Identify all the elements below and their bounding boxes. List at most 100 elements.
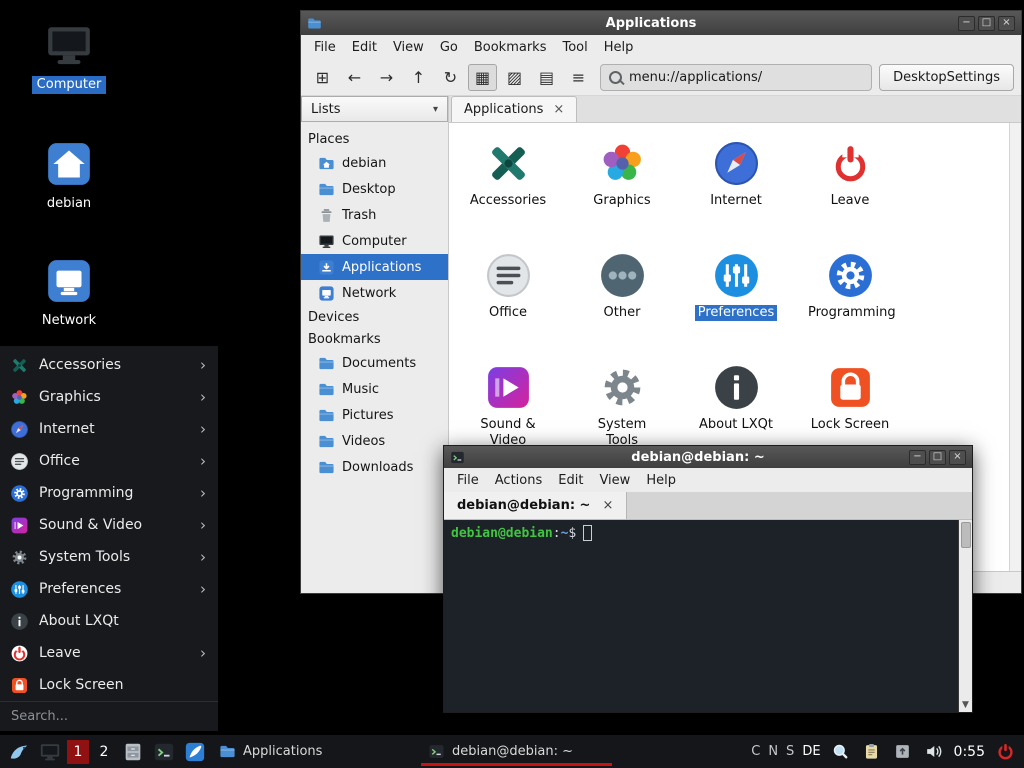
maximize-button[interactable]: □ bbox=[978, 16, 995, 31]
menu-view[interactable]: View bbox=[385, 37, 432, 58]
app-other[interactable]: Other bbox=[565, 251, 679, 357]
launcher-file-manager[interactable] bbox=[119, 738, 146, 765]
menu-edit[interactable]: Edit bbox=[550, 470, 591, 491]
folder-icon bbox=[318, 181, 335, 198]
terminal-scrollbar[interactable]: ▼ bbox=[958, 520, 972, 712]
search-input[interactable] bbox=[11, 709, 207, 724]
menu-item-office[interactable]: Office › bbox=[0, 445, 218, 477]
tray-screenshot-button[interactable] bbox=[830, 741, 852, 763]
desktop-icon-debian[interactable]: debian bbox=[26, 139, 112, 213]
detail-view-button[interactable]: ≡ bbox=[564, 64, 593, 91]
tray-clipboard-button[interactable] bbox=[861, 741, 883, 763]
close-button[interactable]: × bbox=[949, 450, 966, 465]
reload-button[interactable]: ↻ bbox=[436, 64, 465, 91]
sidebar-mode-selector[interactable]: Lists ▾ bbox=[301, 96, 448, 122]
menu-item-internet[interactable]: Internet › bbox=[0, 413, 218, 445]
volume-button[interactable] bbox=[923, 741, 945, 763]
menu-go[interactable]: Go bbox=[432, 37, 466, 58]
app-graphics[interactable]: Graphics bbox=[565, 139, 679, 245]
sidebar-item-trash[interactable]: Trash bbox=[301, 202, 448, 228]
new-tab-button[interactable]: ⊞ bbox=[308, 64, 337, 91]
tab-applications[interactable]: Applications × bbox=[451, 96, 577, 122]
workspace-2[interactable]: 2 bbox=[93, 740, 115, 764]
menu-file[interactable]: File bbox=[449, 470, 487, 491]
file-manager-titlebar[interactable]: Applications − □ × bbox=[301, 11, 1021, 35]
menu-search[interactable] bbox=[0, 701, 218, 731]
sidebar-item-pictures[interactable]: Pictures bbox=[301, 402, 448, 428]
sidebar-item-applications[interactable]: Applications bbox=[301, 254, 448, 280]
minimize-button[interactable]: − bbox=[958, 16, 975, 31]
tab-close-icon[interactable]: × bbox=[553, 102, 564, 117]
menu-item-programming[interactable]: Programming › bbox=[0, 477, 218, 509]
menu-item-sound-video[interactable]: Sound & Video › bbox=[0, 509, 218, 541]
sidebar-item-network[interactable]: Network bbox=[301, 280, 448, 306]
scrollbar-thumb[interactable] bbox=[961, 522, 971, 548]
thumbnail-view-button[interactable]: ▨ bbox=[500, 64, 529, 91]
keyboard-indicators[interactable]: C N S DE bbox=[751, 744, 820, 759]
power-button[interactable] bbox=[994, 741, 1016, 763]
launcher-terminal[interactable] bbox=[150, 738, 177, 765]
tray-updates-button[interactable] bbox=[892, 741, 914, 763]
menu-item-preferences[interactable]: Preferences › bbox=[0, 573, 218, 605]
menu-item-graphics[interactable]: Graphics › bbox=[0, 381, 218, 413]
menu-view[interactable]: View bbox=[591, 470, 638, 491]
minimize-button[interactable]: − bbox=[909, 450, 926, 465]
sidebar-item-downloads[interactable]: Downloads bbox=[301, 454, 448, 480]
sidebar-item-label: debian bbox=[342, 156, 386, 171]
sidebar-item-desktop[interactable]: Desktop bbox=[301, 176, 448, 202]
menu-item-lock-screen[interactable]: Lock Screen bbox=[0, 669, 218, 701]
tab-close-icon[interactable]: × bbox=[602, 498, 613, 513]
menu-item-accessories[interactable]: Accessories › bbox=[0, 349, 218, 381]
menu-bookmarks[interactable]: Bookmarks bbox=[466, 37, 555, 58]
compact-view-button[interactable]: ▤ bbox=[532, 64, 561, 91]
menu-item-leave[interactable]: Leave › bbox=[0, 637, 218, 669]
menu-help[interactable]: Help bbox=[596, 37, 642, 58]
desktop-settings-button[interactable]: DesktopSettings bbox=[879, 64, 1014, 91]
terminal-titlebar[interactable]: debian@debian: ~ − □ × bbox=[444, 446, 972, 468]
menu-item-about-lxqt[interactable]: About LXQt bbox=[0, 605, 218, 637]
forward-button[interactable]: → bbox=[372, 64, 401, 91]
terminal-screen[interactable]: debian@debian:~$ bbox=[444, 520, 958, 712]
vertical-scrollbar[interactable] bbox=[1009, 123, 1021, 571]
menu-tool[interactable]: Tool bbox=[554, 37, 595, 58]
sidebar-item-videos[interactable]: Videos bbox=[301, 428, 448, 454]
menu-help[interactable]: Help bbox=[638, 470, 684, 491]
desktop-icon-network[interactable]: Network bbox=[26, 256, 112, 330]
app-label: Lock Screen bbox=[808, 417, 892, 433]
scroll-down-icon[interactable]: ▼ bbox=[962, 700, 969, 710]
start-menu-button[interactable] bbox=[5, 738, 32, 765]
taskbar-window-applications[interactable]: Applications bbox=[212, 737, 417, 766]
menu-item-system-tools[interactable]: System Tools › bbox=[0, 541, 218, 573]
app-internet[interactable]: Internet bbox=[679, 139, 793, 245]
app-accessories[interactable]: Accessories bbox=[451, 139, 565, 245]
sidebar-item-documents[interactable]: Documents bbox=[301, 350, 448, 376]
back-button[interactable]: ← bbox=[340, 64, 369, 91]
close-button[interactable]: × bbox=[998, 16, 1015, 31]
path-bar[interactable] bbox=[600, 64, 872, 91]
path-input[interactable] bbox=[629, 70, 863, 85]
up-button[interactable]: ↑ bbox=[404, 64, 433, 91]
terminal-tab[interactable]: debian@debian: ~ × bbox=[444, 492, 627, 519]
workspace-1[interactable]: 1 bbox=[67, 740, 89, 764]
app-leave[interactable]: Leave bbox=[793, 139, 907, 245]
taskbar-window-terminal[interactable]: debian@debian: ~ bbox=[421, 737, 626, 766]
menu-actions[interactable]: Actions bbox=[487, 470, 551, 491]
package-icon bbox=[893, 742, 912, 761]
desktop-icon-computer[interactable]: Computer bbox=[26, 20, 112, 94]
show-desktop-button[interactable] bbox=[36, 738, 63, 765]
app-programming[interactable]: Programming bbox=[793, 251, 907, 357]
sidebar-item-music[interactable]: Music bbox=[301, 376, 448, 402]
app-office[interactable]: Office bbox=[451, 251, 565, 357]
menu-edit[interactable]: Edit bbox=[344, 37, 385, 58]
speaker-icon bbox=[924, 742, 943, 761]
clock[interactable]: 0:55 bbox=[954, 744, 985, 760]
icon-view-button[interactable]: ▦ bbox=[468, 64, 497, 91]
menu-file[interactable]: File bbox=[306, 37, 344, 58]
maximize-button[interactable]: □ bbox=[929, 450, 946, 465]
sidebar-item-debian[interactable]: debian bbox=[301, 150, 448, 176]
network-icon bbox=[44, 256, 94, 306]
app-preferences[interactable]: Preferences bbox=[679, 251, 793, 357]
sidebar-item-computer[interactable]: Computer bbox=[301, 228, 448, 254]
terminal-window: debian@debian: ~ − □ × File Actions Edit… bbox=[443, 445, 973, 713]
launcher-editor[interactable] bbox=[181, 738, 208, 765]
